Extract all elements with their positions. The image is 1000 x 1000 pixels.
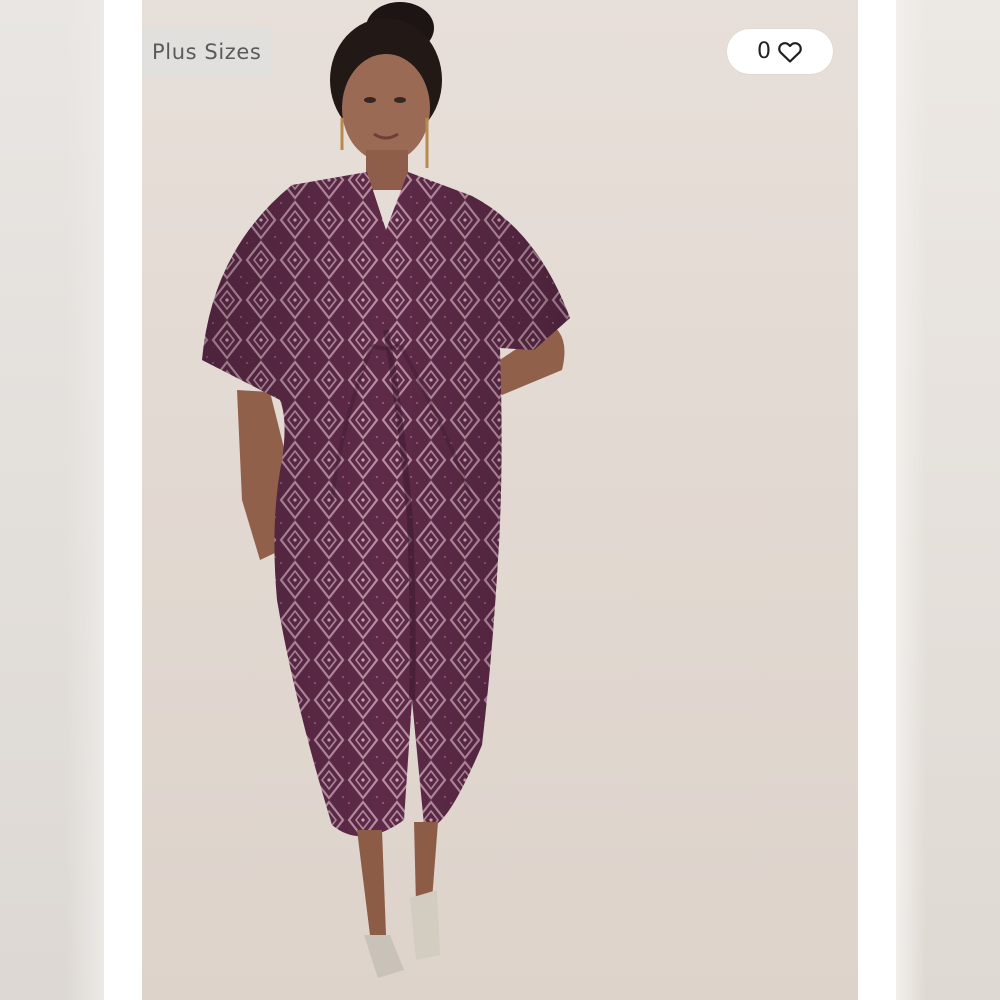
blurred-backdrop-left [0, 0, 104, 1000]
frame-border-left [104, 0, 142, 1000]
category-badge: Plus Sizes [142, 28, 272, 76]
model-illustration [202, 2, 570, 978]
listing-photo-frame: Plus Sizes 0 [0, 0, 1000, 1000]
like-count: 0 [757, 39, 771, 64]
product-photo[interactable] [142, 0, 858, 1000]
category-badge-label: Plus Sizes [152, 40, 262, 64]
heart-outline-icon [777, 40, 803, 64]
blurred-backdrop-right [896, 0, 1000, 1000]
like-button[interactable]: 0 [727, 29, 833, 74]
frame-border-right [858, 0, 896, 1000]
